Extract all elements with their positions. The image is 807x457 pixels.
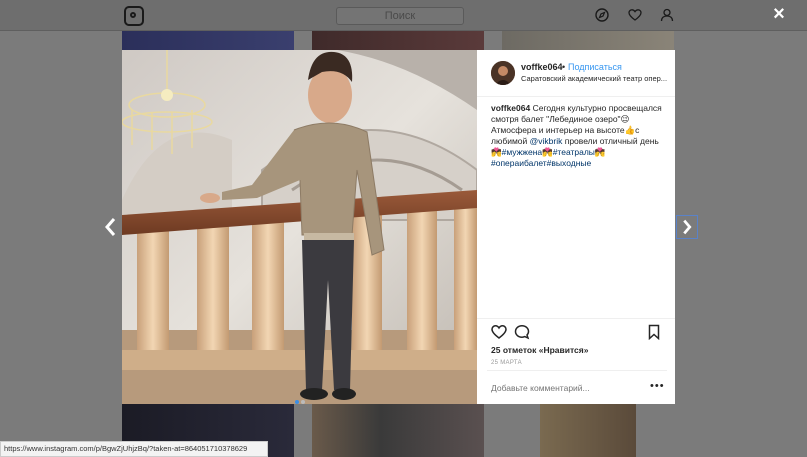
post-photo[interactable] [122,50,477,404]
username-link[interactable]: voffke064 [521,62,563,72]
close-button[interactable]: × [770,4,788,24]
like-icon[interactable] [491,324,507,340]
heart-icon [628,9,642,21]
separator: • [562,62,566,72]
comment-input[interactable] [491,383,641,393]
follow-button[interactable]: Подписаться [568,62,622,72]
caption-author[interactable]: voffke064 [491,103,530,113]
feed-tile [122,31,294,50]
more-options-button[interactable]: ••• [650,380,665,392]
carousel-dot [301,400,305,404]
search-input: Поиск [336,7,464,25]
mention-link[interactable]: @vikbrik [530,136,563,146]
location-link[interactable]: Саратовский академический театр опер... [521,74,667,83]
hashtags-link[interactable]: #мужжена💏#театралы💏 #оперaибалет#выходны… [491,147,606,168]
comment-icon[interactable] [514,324,530,340]
comment-divider [487,370,667,371]
instagram-logo-icon [124,6,144,26]
browser-status-url: https://www.instagram.com/p/BgwZjUhjzBq/… [0,441,268,457]
carousel-dot-active [295,400,299,404]
likes-count[interactable]: 25 отметок «Нравится» [491,345,588,355]
compass-icon [595,8,609,22]
post-details-panel: voffke064 • Подписаться Саратовский акад… [477,50,675,404]
profile-icon [660,8,674,22]
feed-tile [502,31,674,50]
chevron-left-icon[interactable] [101,214,121,240]
post-image [122,50,477,404]
feed-tile [540,404,636,457]
post-date: 25 МАРТА [491,360,522,366]
bookmark-icon[interactable] [646,324,662,340]
post-caption: voffke064 Сегодня культурно просвещался … [491,103,667,169]
carousel-indicator [295,391,307,409]
avatar[interactable] [491,61,515,85]
feed-tile [312,31,484,50]
chevron-right-icon[interactable] [676,215,698,239]
feed-tile [312,404,484,457]
